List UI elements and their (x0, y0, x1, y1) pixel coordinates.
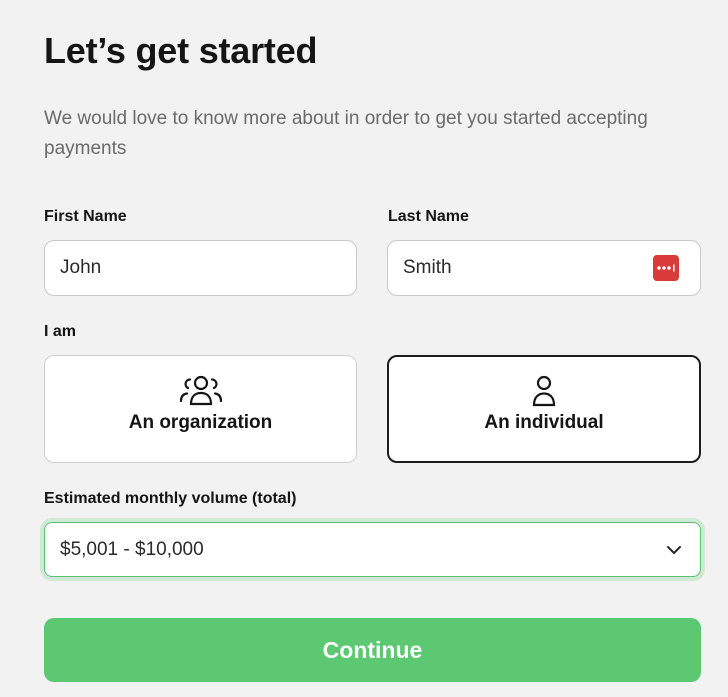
chevron-down-icon (666, 539, 682, 561)
option-individual[interactable]: An individual (387, 355, 701, 463)
first-name-value: John (60, 257, 102, 278)
i-am-label: I am (44, 323, 77, 340)
last-name-field[interactable]: Smith (387, 240, 701, 296)
person-icon (529, 374, 559, 410)
group-icon (178, 374, 224, 410)
signup-page: Let’s get started We would love to know … (0, 0, 728, 697)
last-name-label: Last Name (388, 208, 469, 225)
last-name-value: Smith (403, 257, 452, 278)
page-title: Let’s get started (44, 30, 318, 71)
volume-select[interactable]: $5,001 - $10,000 (44, 522, 701, 577)
first-name-label: First Name (44, 208, 127, 225)
option-organization-label: An organization (128, 412, 273, 433)
page-subtitle: We would love to know more about in orde… (44, 108, 648, 159)
continue-button[interactable]: Continue (44, 618, 701, 682)
first-name-field[interactable]: John (44, 240, 357, 296)
option-organization[interactable]: An organization (44, 355, 357, 463)
volume-select-value: $5,001 - $10,000 (60, 538, 204, 560)
password-manager-icon[interactable] (653, 255, 679, 281)
volume-select-focus-ring: $5,001 - $10,000 (40, 518, 705, 581)
option-individual-label: An individual (484, 412, 604, 433)
volume-label: Estimated monthly volume (total) (44, 490, 297, 507)
